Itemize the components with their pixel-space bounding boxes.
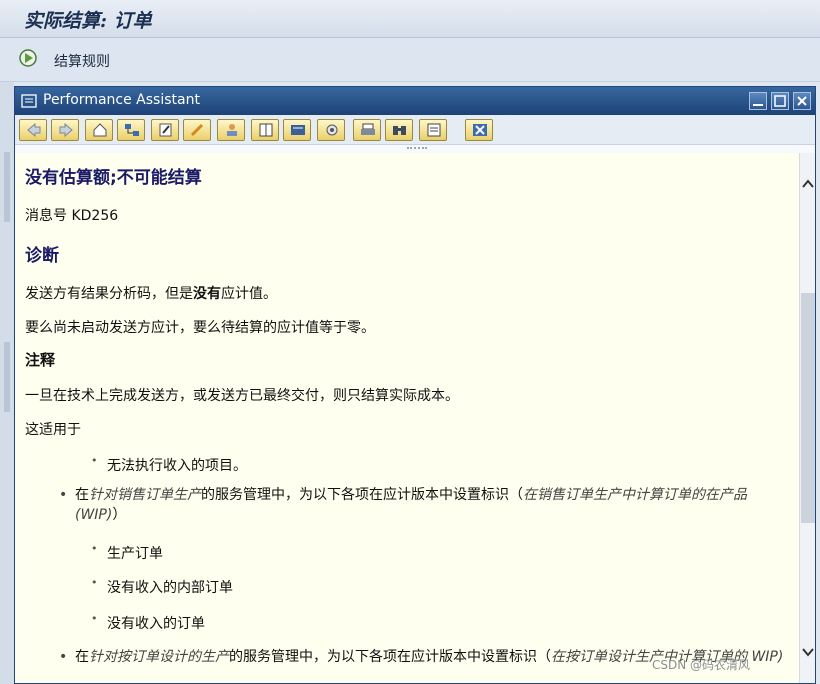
close-window-button[interactable] bbox=[793, 92, 811, 110]
highlight-icon bbox=[190, 123, 204, 137]
print-icon bbox=[361, 123, 375, 135]
background-screen-edge bbox=[0, 82, 14, 684]
popup-toolbar bbox=[15, 115, 815, 145]
list-item: 没有收入的内部订单 bbox=[91, 576, 233, 597]
book-icon bbox=[259, 123, 273, 137]
close-button[interactable] bbox=[465, 119, 493, 141]
diag-text-bold: 没有 bbox=[193, 286, 221, 302]
chevron-up-icon[interactable] bbox=[801, 177, 815, 191]
note-text: 一旦在技术上完成发送方，或发送方已最终交付，则只结算实际成本。 bbox=[25, 388, 459, 404]
popup-title-bar[interactable]: Performance Assistant bbox=[15, 87, 815, 115]
home-icon bbox=[93, 123, 107, 137]
diagnosis-text-1: 发送方有结果分析码，但是没有应计值。 bbox=[25, 283, 277, 303]
maximize-button[interactable] bbox=[771, 92, 789, 110]
home-button[interactable] bbox=[85, 119, 113, 141]
window-icon bbox=[21, 94, 37, 108]
app-title-bar: 实际结算: 订单 bbox=[0, 0, 820, 38]
settlement-rules-button[interactable]: 结算规则 bbox=[54, 51, 110, 71]
find-icon bbox=[393, 126, 406, 135]
structure-button[interactable] bbox=[117, 119, 145, 141]
document-button[interactable] bbox=[283, 119, 311, 141]
vertical-scrollbar[interactable] bbox=[799, 153, 815, 683]
edit-button[interactable] bbox=[151, 119, 179, 141]
diag-text-prefix: 发送方有结果分析码，但是 bbox=[25, 286, 193, 302]
bullet-link-text[interactable]: 针对按订单设计的生产 bbox=[89, 649, 229, 665]
highlight-button[interactable] bbox=[183, 119, 211, 141]
note-heading: 注释 bbox=[25, 351, 56, 369]
bullet-link-text[interactable]: 针对销售订单生产 bbox=[89, 487, 201, 503]
back-button[interactable] bbox=[19, 119, 47, 141]
settings-icon bbox=[326, 124, 338, 136]
structure-icon bbox=[125, 124, 139, 136]
maximize-icon bbox=[774, 95, 786, 107]
app-title: 实际结算: 订单 bbox=[24, 10, 152, 32]
print-button[interactable] bbox=[353, 119, 381, 141]
popup-title: Performance Assistant bbox=[43, 92, 200, 108]
app-toolbar: 结算规则 bbox=[0, 38, 820, 82]
user-icon bbox=[227, 124, 237, 136]
diag-text-suffix: 应计值。 bbox=[221, 286, 277, 302]
applies-to-text: 这适用于 bbox=[25, 422, 81, 438]
minimize-icon bbox=[753, 104, 763, 106]
back-icon bbox=[27, 123, 41, 137]
bullet-text: 的服务管理中，为以下各项在应计版本中设置标识（ bbox=[201, 487, 523, 503]
diagnosis-text-2: 要么尚未启动发送方应计，要么待结算的应计值等于零。 bbox=[25, 320, 375, 336]
resize-grip[interactable] bbox=[407, 147, 427, 151]
list-item: 在针对销售订单生产的服务管理中，为以下各项在应计版本中设置标识（在销售订单生产中… bbox=[59, 485, 790, 525]
close-icon bbox=[797, 96, 807, 106]
find-button[interactable] bbox=[385, 119, 413, 141]
page-icon bbox=[427, 123, 441, 137]
minimize-button[interactable] bbox=[749, 92, 767, 110]
book-button[interactable] bbox=[251, 119, 279, 141]
page-button[interactable] bbox=[419, 119, 447, 141]
document-icon bbox=[291, 125, 305, 135]
help-content: 没有估算额;不可能结算 消息号 KD256 诊断 发送方有结果分析码，但是没有应… bbox=[15, 153, 799, 683]
message-number: 消息号 KD256 bbox=[25, 208, 119, 224]
execute-icon[interactable] bbox=[18, 48, 38, 68]
diagnosis-heading: 诊断 bbox=[25, 246, 59, 266]
user-button[interactable] bbox=[217, 119, 245, 141]
list-item: 无法执行收入的项目。 bbox=[91, 454, 247, 475]
close-icon bbox=[473, 124, 487, 136]
edit-icon bbox=[159, 123, 172, 137]
bullet-text: 的服务管理中，为以下各项在应计版本中设置标识（ bbox=[229, 649, 551, 665]
performance-assistant-window: Performance Assistant 没有估算额;不可能结算 消息号 KD… bbox=[14, 86, 816, 684]
forward-icon bbox=[59, 123, 73, 137]
bullet-text: 在 bbox=[75, 649, 89, 665]
list-item: 没有收入的订单 bbox=[91, 612, 205, 633]
settings-button[interactable] bbox=[317, 119, 345, 141]
chevron-down-icon[interactable] bbox=[801, 645, 815, 659]
message-heading: 没有估算额;不可能结算 bbox=[25, 168, 202, 188]
list-item: 生产订单 bbox=[91, 542, 163, 563]
watermark: CSDN @码农清风 bbox=[652, 658, 751, 672]
forward-button[interactable] bbox=[51, 119, 79, 141]
bullet-text: 在 bbox=[75, 487, 89, 503]
bullet-text: ） bbox=[112, 507, 127, 523]
scrollbar-thumb[interactable] bbox=[801, 293, 815, 523]
